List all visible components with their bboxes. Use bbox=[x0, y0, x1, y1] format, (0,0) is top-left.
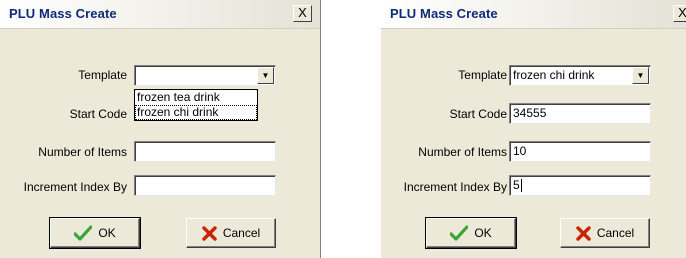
title-bar: PLU Mass Create X bbox=[0, 0, 320, 29]
plu-mass-create-dialog-right: PLU Mass Create X Template frozen chi dr… bbox=[381, 0, 686, 258]
ok-label: OK bbox=[98, 226, 116, 240]
dropdown-button[interactable]: ▼ bbox=[632, 67, 649, 84]
plu-mass-create-dialog-left: PLU Mass Create X Template ▼ frozen tea … bbox=[0, 0, 321, 258]
template-combobox[interactable]: frozen chi drink ▼ bbox=[509, 65, 651, 86]
increment-index-by-label: Increment Index By bbox=[403, 180, 507, 194]
ok-button[interactable]: OK bbox=[49, 217, 141, 249]
cancel-button[interactable]: Cancel bbox=[186, 218, 276, 248]
number-of-items-label: Number of Items bbox=[38, 145, 127, 159]
number-of-items-label: Number of Items bbox=[418, 145, 507, 159]
chevron-down-icon: ▼ bbox=[636, 71, 645, 80]
template-label: Template bbox=[78, 68, 127, 82]
start-code-label: Start Code bbox=[69, 107, 127, 121]
cancel-label: Cancel bbox=[596, 226, 635, 240]
number-of-items-field[interactable] bbox=[134, 141, 276, 162]
template-dropdown-list: frozen tea drink frozen chi drink bbox=[134, 89, 258, 121]
dropdown-button[interactable]: ▼ bbox=[257, 67, 274, 84]
x-icon bbox=[576, 225, 591, 241]
increment-index-value: 5 bbox=[513, 178, 520, 192]
template-value: frozen chi drink bbox=[513, 68, 595, 82]
chevron-down-icon: ▼ bbox=[261, 71, 270, 80]
dialog-title: PLU Mass Create bbox=[390, 6, 498, 21]
checkmark-icon bbox=[74, 225, 93, 241]
x-icon bbox=[202, 225, 217, 241]
close-button[interactable]: X bbox=[673, 5, 686, 22]
number-of-items-value: 10 bbox=[513, 144, 527, 158]
dropdown-option-frozen-tea-drink[interactable]: frozen tea drink bbox=[135, 90, 257, 105]
template-combobox[interactable]: ▼ bbox=[134, 65, 276, 86]
increment-index-field[interactable] bbox=[134, 175, 276, 196]
close-button[interactable]: X bbox=[293, 5, 312, 22]
cancel-label: Cancel bbox=[222, 226, 261, 240]
start-code-value: 34555 bbox=[513, 106, 547, 120]
template-label: Template bbox=[458, 68, 507, 82]
title-bar: PLU Mass Create X bbox=[381, 0, 686, 29]
checkmark-icon bbox=[450, 225, 469, 241]
dialog-title: PLU Mass Create bbox=[9, 6, 117, 21]
close-icon: X bbox=[298, 5, 307, 20]
dropdown-option-frozen-chi-drink[interactable]: frozen chi drink bbox=[135, 105, 257, 120]
ok-label: OK bbox=[474, 226, 492, 240]
increment-index-field[interactable]: 5 bbox=[509, 175, 651, 196]
number-of-items-field[interactable]: 10 bbox=[509, 141, 651, 162]
start-code-label: Start Code bbox=[449, 107, 507, 121]
start-code-field[interactable]: 34555 bbox=[509, 103, 651, 124]
text-caret bbox=[520, 179, 522, 193]
ok-button[interactable]: OK bbox=[425, 217, 517, 249]
close-icon: X bbox=[678, 5, 686, 20]
increment-index-by-label: Increment Index By bbox=[23, 180, 127, 194]
cancel-button[interactable]: Cancel bbox=[560, 218, 650, 248]
